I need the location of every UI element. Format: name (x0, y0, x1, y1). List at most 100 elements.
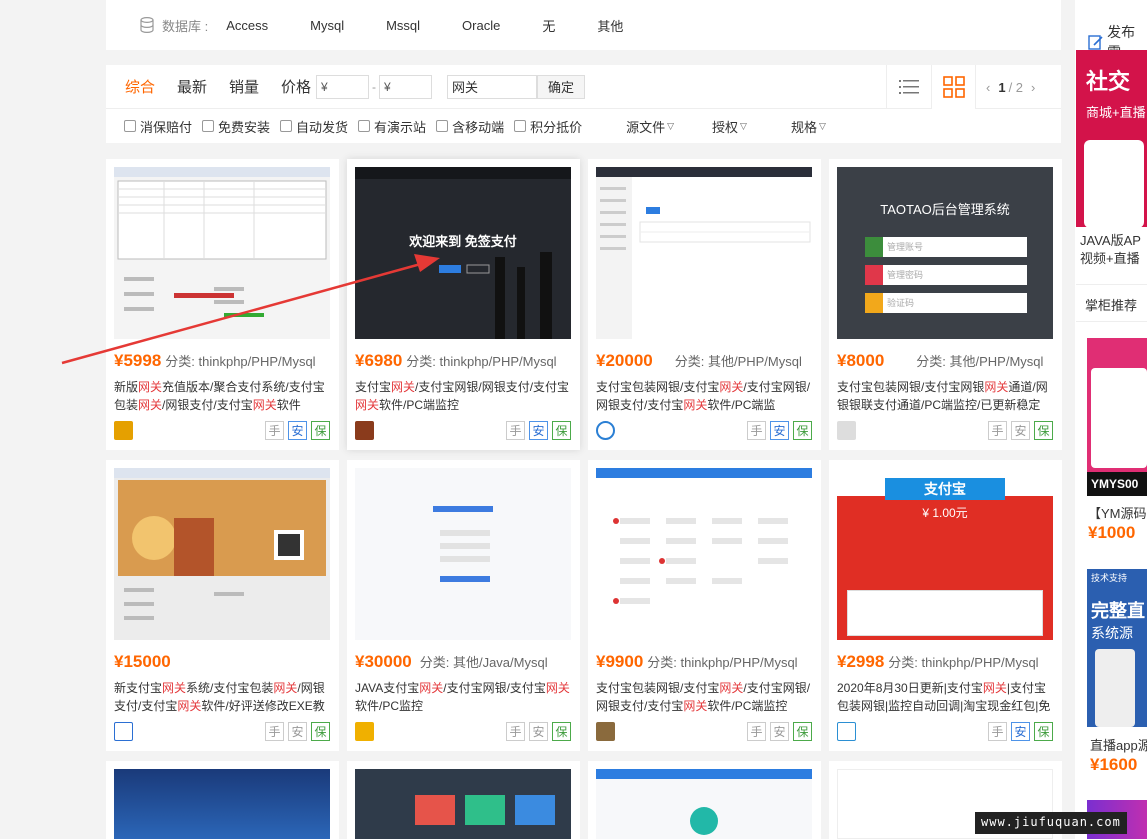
sort-comprehensive[interactable]: 综合 (125, 76, 165, 97)
product-title[interactable]: 新支付宝网关系统/支付宝包装网关/网银支付/支付宝网关软件/好评送修改EXE教 (114, 679, 332, 715)
list-view-button[interactable] (886, 65, 931, 109)
shop-logo[interactable] (114, 421, 133, 440)
filter-mobile[interactable]: 含移动端 (436, 117, 504, 136)
confirm-button[interactable]: 确定 (537, 74, 585, 99)
product-thumbnail[interactable] (355, 769, 571, 839)
shop-logo[interactable] (355, 421, 374, 440)
db-option-mysql[interactable]: Mysql (310, 18, 344, 33)
product-title[interactable]: 2020年8月30日更新|支付宝网关|支付宝包装网银|监控自动回调|淘宝现金红包… (837, 679, 1055, 715)
sidebar-product-thumb[interactable]: 技术支持 完整直 系统源 (1087, 569, 1147, 727)
product-card[interactable]: ¥5998 分类: thinkphp/PHP/Mysql 新版网关充值版本/聚合支… (106, 159, 339, 450)
product-card[interactable]: ¥9900 分类: thinkphp/PHP/Mysql 支付宝包装网银/支付宝网… (588, 460, 821, 751)
db-option-other[interactable]: 其他 (597, 16, 623, 35)
shop-logo[interactable] (355, 722, 374, 741)
product-title[interactable]: JAVA支付宝网关/支付宝网银/支付宝网关软件/PC监控 (355, 679, 573, 715)
sort-price[interactable]: 价格 (281, 76, 321, 97)
shop-logo[interactable] (837, 722, 856, 741)
keyword-input[interactable]: 网关 (447, 74, 537, 99)
product-card[interactable]: ¥15000 新支付宝网关系统/支付宝包装网关/网银支付/支付宝网关软件/好评送… (106, 460, 339, 751)
checkbox[interactable] (358, 120, 371, 132)
thumb-amount: ¥ 1.00元 (922, 506, 968, 520)
product-category: 分类: thinkphp/PHP/Mysql (647, 655, 798, 670)
ad-caption[interactable]: JAVA版AP 视频+直播 (1080, 232, 1141, 268)
sidebar-item-title[interactable]: 【YM源码 (1088, 503, 1147, 522)
product-thumbnail[interactable] (114, 167, 330, 339)
page-total: / 2 (1008, 79, 1024, 95)
db-option-none[interactable]: 无 (542, 16, 555, 35)
product-title[interactable]: 新版网关充值版本/聚合支付系统/支付宝包装网关/网银支付/支付宝网关软件 (114, 378, 332, 414)
product-thumbnail[interactable] (596, 167, 812, 339)
product-thumbnail[interactable] (596, 468, 812, 640)
product-card[interactable]: ¥30000 分类: 其他/Java/Mysql JAVA支付宝网关/支付宝网银/… (347, 460, 580, 751)
shop-logo[interactable] (596, 421, 615, 440)
db-option-access[interactable]: Access (226, 18, 268, 33)
product-title[interactable]: 支付宝包装网银/支付宝网银网关通道/网银银联支付通道/PC端监控/已更新稳定 (837, 378, 1055, 414)
product-thumbnail[interactable] (596, 769, 812, 839)
db-option-oracle[interactable]: Oracle (462, 18, 500, 33)
product-thumbnail[interactable] (114, 769, 330, 839)
sort-sales[interactable]: 销量 (229, 76, 269, 97)
grid-view-button[interactable] (931, 65, 976, 109)
product-thumbnail[interactable] (355, 468, 571, 640)
product-price: ¥9900 (596, 652, 644, 671)
product-price: ¥20000 (596, 351, 653, 370)
sidebar-item-price: ¥1600 (1090, 755, 1138, 774)
checkbox[interactable] (280, 120, 293, 132)
product-card[interactable]: 支付宝 ¥ 1.00元 ¥2998 分类: thinkphp/PHP/Mysql … (829, 460, 1062, 751)
product-title[interactable]: 支付宝包装网银/支付宝网关/支付宝网银/网银支付/支付宝网关软件/PC端监 (596, 378, 814, 414)
checkbox[interactable] (124, 120, 136, 132)
product-title[interactable]: 支付宝包装网银/支付宝网关/支付宝网银/网银支付/支付宝网关软件/PC端监控 (596, 679, 814, 715)
product-thumbnail[interactable]: 欢迎来到 免签支付 (355, 167, 571, 339)
filter-free-install[interactable]: 免费安装 (202, 117, 270, 136)
chevron-down-icon: ▽ (818, 120, 826, 131)
product-price: ¥5998 (114, 351, 162, 370)
product-thumbnail[interactable]: TAOTAO后台管理系统 管理账号 管理密码 验证码 (837, 167, 1053, 339)
badge-install: 安 (529, 421, 548, 440)
badge-manual: 手 (265, 421, 284, 440)
price-min-input[interactable]: ¥ (316, 74, 369, 99)
sidebar-item-title[interactable]: 直播app源 (1090, 735, 1147, 754)
product-card[interactable] (106, 761, 339, 839)
product-title[interactable]: 支付宝网关/支付宝网银/网银支付/支付宝网关软件/PC端监控 (355, 378, 573, 414)
filter-points[interactable]: 积分抵价 (514, 117, 582, 136)
next-page-icon[interactable]: › (1031, 80, 1035, 95)
dropdown-spec[interactable]: 规格 ▽ (791, 117, 826, 136)
checkbox[interactable] (436, 120, 449, 132)
edit-icon (1088, 35, 1103, 50)
prev-page-icon[interactable]: ‹ (986, 80, 990, 95)
thumb-field: 验证码 (865, 293, 1027, 313)
filter-auto-ship[interactable]: 自动发货 (280, 117, 348, 136)
shop-logo[interactable] (837, 421, 856, 440)
ad-subtitle: 商城+直播 (1086, 105, 1146, 120)
badge-guarantee: 保 (793, 722, 812, 741)
badge-guarantee: 保 (793, 421, 812, 440)
product-card[interactable] (588, 761, 821, 839)
ad-title: 社交 (1086, 69, 1131, 94)
product-price: ¥15000 (114, 652, 171, 671)
sidebar-ad-banner[interactable]: 社交 商城+直播 (1076, 50, 1147, 227)
dropdown-source-file[interactable]: 源文件 ▽ (626, 117, 674, 136)
shop-logo[interactable] (596, 722, 615, 741)
product-card[interactable]: 欢迎来到 免签支付 ¥6980 分类: thinkphp/PHP/Mysql 支付… (347, 159, 580, 450)
sidebar-product-thumb[interactable]: YMYS00 (1087, 338, 1147, 496)
badge-manual: 手 (747, 421, 766, 440)
sort-newest[interactable]: 最新 (177, 76, 217, 97)
price-max-input[interactable]: ¥ (379, 74, 432, 99)
product-card[interactable] (347, 761, 580, 839)
filter-insurance[interactable]: 消保赔付 (124, 117, 192, 136)
product-card[interactable]: TAOTAO后台管理系统 管理账号 管理密码 验证码 ¥8000 分类: 其他/P… (829, 159, 1062, 450)
db-option-mssql[interactable]: Mssql (386, 18, 420, 33)
list-view-icon (899, 80, 919, 94)
dropdown-license[interactable]: 授权 ▽ (712, 117, 747, 136)
product-thumbnail[interactable] (114, 468, 330, 640)
badge-install: 安 (288, 722, 307, 741)
filter-demo-site[interactable]: 有演示站 (358, 117, 426, 136)
price-separator: - (372, 79, 376, 94)
product-card[interactable]: ¥20000 分类: 其他/PHP/Mysql 支付宝包装网银/支付宝网关/支付宝… (588, 159, 821, 450)
checkbox[interactable] (202, 120, 215, 132)
thumb-alipay-logo: 支付宝 (885, 478, 1005, 500)
filter-row: 消保赔付 免费安装 自动发货 有演示站 含移动端 积分抵价 源文件 ▽ 授权 ▽ 规… (106, 109, 1061, 143)
product-thumbnail[interactable]: 支付宝 ¥ 1.00元 (837, 468, 1053, 640)
shop-logo[interactable] (114, 722, 133, 741)
checkbox[interactable] (514, 120, 527, 132)
